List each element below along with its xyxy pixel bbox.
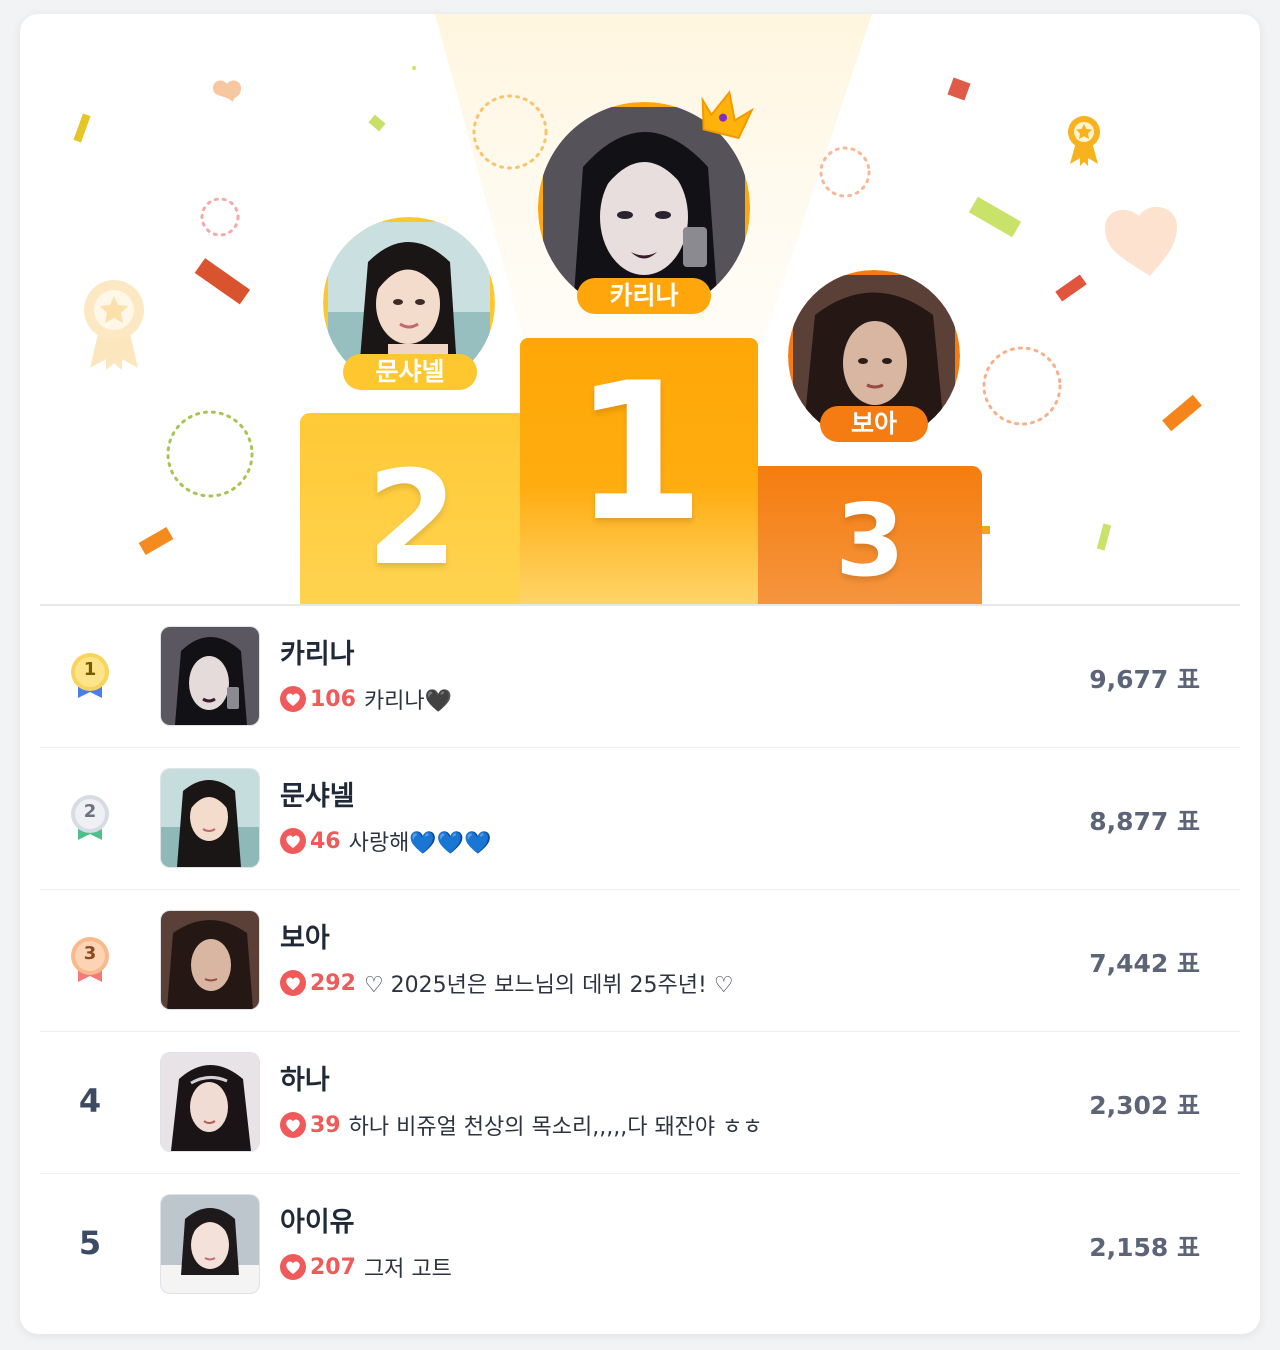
artist-name: 문샤넬 <box>280 781 355 812</box>
avatar-image <box>161 769 259 867</box>
like-count: 292 <box>310 970 356 996</box>
like-count: 106 <box>310 686 356 712</box>
avatar-image <box>161 1195 259 1293</box>
heart-icon <box>280 1112 306 1138</box>
podium-block-first: 1 <box>520 338 758 606</box>
vote-count: 8,877 표 <box>1089 807 1200 836</box>
fan-message: 그저 고트 <box>363 1257 452 1282</box>
medal-rank-label: 1 <box>83 659 97 680</box>
vote-count: 7,442 표 <box>1089 949 1200 978</box>
vote-count: 2,302 표 <box>1089 1091 1200 1120</box>
avatar[interactable] <box>160 910 260 1010</box>
podium-rank-2-label: 2 <box>366 442 458 594</box>
avatar[interactable] <box>160 768 260 868</box>
avatar[interactable] <box>160 1052 260 1152</box>
podium-section: 2 3 1 카리나 문샤넬 보아 <box>20 14 1260 606</box>
podium-name-third: 보아 <box>820 406 928 442</box>
podium-rank-1-label: 1 <box>572 342 706 563</box>
comment-line: 292 ♡ 2025년은 보느님의 데뷔 25주년! ♡ <box>280 968 734 998</box>
medal-rank-label: 2 <box>83 801 97 822</box>
ranking-row-5[interactable]: 5 아이유 207 그저 고트 2,158 표 <box>40 1174 1240 1315</box>
comment-line: 46 사랑해💙💙💙 <box>280 826 492 856</box>
vote-count: 2,158 표 <box>1089 1233 1200 1262</box>
ranking-card: 2 3 1 카리나 문샤넬 보아 1 카리나 106 카리나🖤 9,677 표 … <box>20 14 1260 1334</box>
fan-message: ♡ 2025년은 보느님의 데뷔 25주년! ♡ <box>363 973 734 998</box>
avatar-image <box>161 627 259 725</box>
comment-line: 106 카리나🖤 <box>280 684 452 714</box>
podium-name-first: 카리나 <box>577 278 711 314</box>
podium-rank-3-label: 3 <box>835 482 905 599</box>
rank-number: 5 <box>78 1224 102 1262</box>
artist-name: 아이유 <box>280 1207 355 1238</box>
ranking-list: 1 카리나 106 카리나🖤 9,677 표 2 문샤넬 46 사랑해💙💙💙 8… <box>40 606 1240 1315</box>
artist-name: 보아 <box>280 923 330 954</box>
podium-block-second: 2 <box>300 413 524 606</box>
comment-line: 207 그저 고트 <box>280 1252 452 1282</box>
fan-message: 사랑해💙💙💙 <box>348 831 492 856</box>
ranking-row-4[interactable]: 4 하나 39 하나 비쥬얼 천상의 목소리,,,,,다 돼잔야 ㅎㅎ 2,30… <box>40 1032 1240 1174</box>
fan-message: 카리나🖤 <box>363 689 453 714</box>
avatar-image <box>161 1053 259 1151</box>
fan-message: 하나 비쥬얼 천상의 목소리,,,,,다 돼잔야 ㅎㅎ <box>348 1115 763 1140</box>
vote-count: 9,677 표 <box>1089 665 1200 694</box>
like-count: 39 <box>310 1112 341 1138</box>
podium-name-second: 문샤넬 <box>343 354 477 390</box>
ranking-row-3[interactable]: 3 보아 292 ♡ 2025년은 보느님의 데뷔 25주년! ♡ 7,442 … <box>40 890 1240 1032</box>
heart-icon <box>280 970 306 996</box>
like-count: 207 <box>310 1254 356 1280</box>
crown-icon <box>701 90 754 140</box>
rank-number: 4 <box>78 1082 102 1120</box>
like-count: 46 <box>310 828 341 854</box>
avatar[interactable] <box>160 626 260 726</box>
artist-name: 카리나 <box>280 639 355 670</box>
heart-icon <box>280 828 306 854</box>
artist-name: 하나 <box>280 1065 330 1096</box>
medal-rank-label: 3 <box>83 943 97 964</box>
heart-icon <box>280 686 306 712</box>
avatar-image <box>161 911 259 1009</box>
podium-block-third: 3 <box>758 466 982 606</box>
heart-icon <box>280 1254 306 1280</box>
ranking-row-1[interactable]: 1 카리나 106 카리나🖤 9,677 표 <box>40 606 1240 748</box>
ranking-row-2[interactable]: 2 문샤넬 46 사랑해💙💙💙 8,877 표 <box>40 748 1240 890</box>
avatar[interactable] <box>160 1194 260 1294</box>
comment-line: 39 하나 비쥬얼 천상의 목소리,,,,,다 돼잔야 ㅎㅎ <box>280 1110 763 1140</box>
